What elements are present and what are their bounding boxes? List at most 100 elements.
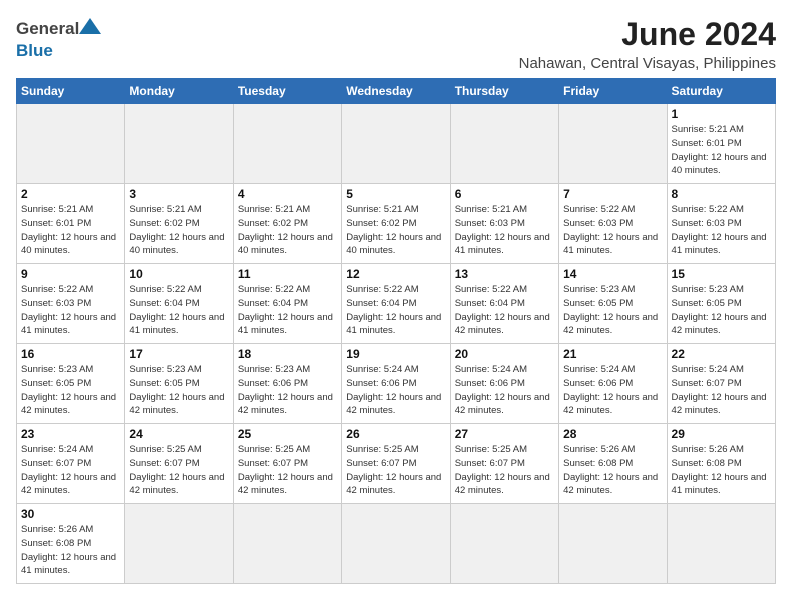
day-number: 10 — [129, 267, 228, 281]
calendar-cell — [125, 504, 233, 584]
day-of-week-header: Tuesday — [233, 79, 341, 104]
sun-info: Sunrise: 5:22 AMSunset: 6:04 PMDaylight:… — [238, 283, 337, 338]
calendar-cell — [342, 104, 450, 184]
sun-info: Sunrise: 5:21 AMSunset: 6:02 PMDaylight:… — [129, 203, 228, 258]
sun-info: Sunrise: 5:23 AMSunset: 6:06 PMDaylight:… — [238, 363, 337, 418]
day-number: 20 — [455, 347, 554, 361]
calendar-cell: 26Sunrise: 5:25 AMSunset: 6:07 PMDayligh… — [342, 424, 450, 504]
day-of-week-header: Monday — [125, 79, 233, 104]
calendar-cell: 9 Sunrise: 5:22 AMSunset: 6:03 PMDaylight… — [17, 264, 125, 344]
day-number: 9 — [21, 267, 120, 281]
day-number: 11 — [238, 267, 337, 281]
sun-info: Sunrise: 5:21 AMSunset: 6:01 PMDaylight:… — [21, 203, 120, 258]
calendar-cell: 30 Sunrise: 5:26 AMSunset: 6:08 PMDayligh… — [17, 504, 125, 584]
calendar-cell: 2 Sunrise: 5:21 AMSunset: 6:01 PMDaylight… — [17, 184, 125, 264]
day-number: 7 — [563, 187, 662, 201]
sun-info: Sunrise: 5:25 AMSunset: 6:07 PMDaylight:… — [238, 443, 337, 498]
sun-info: Sunrise: 5:23 AMSunset: 6:05 PMDaylight:… — [21, 363, 120, 418]
sun-info: Sunrise: 5:21 AMSunset: 6:03 PMDaylight:… — [455, 203, 554, 258]
sun-info: Sunrise: 5:23 AMSunset: 6:05 PMDaylight:… — [129, 363, 228, 418]
calendar-cell: 28 Sunrise: 5:26 AMSunset: 6:08 PMDayligh… — [559, 424, 667, 504]
sun-info: Sunrise: 5:21 AMSunset: 6:02 PMDaylight:… — [346, 203, 445, 258]
sun-info: Sunrise: 5:22 AMSunset: 6:04 PMDaylight:… — [455, 283, 554, 338]
calendar-cell — [233, 504, 341, 584]
logo: General Blue — [16, 16, 101, 61]
calendar-cell: 22 Sunrise: 5:24 AMSunset: 6:07 PMDayligh… — [667, 344, 775, 424]
day-number: 13 — [455, 267, 554, 281]
calendar-cell — [559, 504, 667, 584]
day-number: 17 — [129, 347, 228, 361]
day-number: 8 — [672, 187, 771, 201]
day-number: 22 — [672, 347, 771, 361]
day-number: 19 — [346, 347, 445, 361]
day-number: 12 — [346, 267, 445, 281]
sun-info: Sunrise: 5:24 AMSunset: 6:07 PMDaylight:… — [21, 443, 120, 498]
day-number: 5 — [346, 187, 445, 201]
calendar-cell: 27Sunrise: 5:25 AMSunset: 6:07 PMDayligh… — [450, 424, 558, 504]
day-number: 28 — [563, 427, 662, 441]
calendar-cell: 11 Sunrise: 5:22 AMSunset: 6:04 PMDayligh… — [233, 264, 341, 344]
calendar-cell: 25 Sunrise: 5:25 AMSunset: 6:07 PMDayligh… — [233, 424, 341, 504]
calendar-cell: 6 Sunrise: 5:21 AMSunset: 6:03 PMDaylight… — [450, 184, 558, 264]
day-number: 25 — [238, 427, 337, 441]
logo-icon — [79, 16, 101, 41]
sun-info: Sunrise: 5:23 AMSunset: 6:05 PMDaylight:… — [563, 283, 662, 338]
calendar-cell: 4Sunrise: 5:21 AMSunset: 6:02 PMDaylight… — [233, 184, 341, 264]
calendar-cell: 1 Sunrise: 5:21 AMSunset: 6:01 PMDaylight… — [667, 104, 775, 184]
sun-info: Sunrise: 5:21 AMSunset: 6:02 PMDaylight:… — [238, 203, 337, 258]
calendar-cell: 29Sunrise: 5:26 AMSunset: 6:08 PMDayligh… — [667, 424, 775, 504]
month-year: June 2024 — [519, 16, 776, 53]
calendar-cell: 19 Sunrise: 5:24 AMSunset: 6:06 PMDayligh… — [342, 344, 450, 424]
sun-info: Sunrise: 5:26 AMSunset: 6:08 PMDaylight:… — [672, 443, 771, 498]
logo-blue: Blue — [16, 41, 53, 60]
day-of-week-header: Thursday — [450, 79, 558, 104]
day-number: 30 — [21, 507, 120, 521]
calendar-cell: 5 Sunrise: 5:21 AMSunset: 6:02 PMDaylight… — [342, 184, 450, 264]
header: General Blue June 2024 Nahawan, Central … — [16, 16, 776, 72]
day-number: 1 — [672, 107, 771, 121]
calendar-cell — [17, 104, 125, 184]
calendar-cell — [667, 504, 775, 584]
calendar-cell — [450, 104, 558, 184]
calendar: SundayMondayTuesdayWednesdayThursdayFrid… — [16, 78, 776, 584]
day-of-week-header: Wednesday — [342, 79, 450, 104]
calendar-cell: 13 Sunrise: 5:22 AMSunset: 6:04 PMDayligh… — [450, 264, 558, 344]
sun-info: Sunrise: 5:21 AMSunset: 6:01 PMDaylight:… — [672, 123, 771, 178]
day-number: 15 — [672, 267, 771, 281]
calendar-cell: 23Sunrise: 5:24 AMSunset: 6:07 PMDayligh… — [17, 424, 125, 504]
day-number: 2 — [21, 187, 120, 201]
day-number: 18 — [238, 347, 337, 361]
calendar-cell: 15Sunrise: 5:23 AMSunset: 6:05 PMDayligh… — [667, 264, 775, 344]
calendar-cell: 21Sunrise: 5:24 AMSunset: 6:06 PMDayligh… — [559, 344, 667, 424]
sun-info: Sunrise: 5:24 AMSunset: 6:06 PMDaylight:… — [346, 363, 445, 418]
calendar-cell — [342, 504, 450, 584]
calendar-cell: 7 Sunrise: 5:22 AMSunset: 6:03 PMDaylight… — [559, 184, 667, 264]
calendar-cell: 18 Sunrise: 5:23 AMSunset: 6:06 PMDayligh… — [233, 344, 341, 424]
calendar-cell: 20Sunrise: 5:24 AMSunset: 6:06 PMDayligh… — [450, 344, 558, 424]
day-number: 14 — [563, 267, 662, 281]
calendar-cell — [125, 104, 233, 184]
day-number: 3 — [129, 187, 228, 201]
day-number: 21 — [563, 347, 662, 361]
sun-info: Sunrise: 5:22 AMSunset: 6:04 PMDaylight:… — [346, 283, 445, 338]
calendar-cell: 16 Sunrise: 5:23 AMSunset: 6:05 PMDayligh… — [17, 344, 125, 424]
sun-info: Sunrise: 5:26 AMSunset: 6:08 PMDaylight:… — [563, 443, 662, 498]
location: Nahawan, Central Visayas, Philippines — [519, 55, 776, 72]
calendar-cell — [559, 104, 667, 184]
calendar-cell: 3 Sunrise: 5:21 AMSunset: 6:02 PMDaylight… — [125, 184, 233, 264]
logo-general: General — [16, 19, 79, 39]
calendar-cell: 12 Sunrise: 5:22 AMSunset: 6:04 PMDayligh… — [342, 264, 450, 344]
sun-info: Sunrise: 5:25 AMSunset: 6:07 PMDaylight:… — [455, 443, 554, 498]
day-number: 6 — [455, 187, 554, 201]
sun-info: Sunrise: 5:24 AMSunset: 6:07 PMDaylight:… — [672, 363, 771, 418]
calendar-cell: 17 Sunrise: 5:23 AMSunset: 6:05 PMDayligh… — [125, 344, 233, 424]
calendar-cell: 10Sunrise: 5:22 AMSunset: 6:04 PMDayligh… — [125, 264, 233, 344]
title-area: June 2024 Nahawan, Central Visayas, Phil… — [519, 16, 776, 72]
sun-info: Sunrise: 5:26 AMSunset: 6:08 PMDaylight:… — [21, 523, 120, 578]
sun-info: Sunrise: 5:25 AMSunset: 6:07 PMDaylight:… — [346, 443, 445, 498]
sun-info: Sunrise: 5:22 AMSunset: 6:03 PMDaylight:… — [563, 203, 662, 258]
day-number: 16 — [21, 347, 120, 361]
day-of-week-header: Saturday — [667, 79, 775, 104]
sun-info: Sunrise: 5:22 AMSunset: 6:03 PMDaylight:… — [21, 283, 120, 338]
sun-info: Sunrise: 5:25 AMSunset: 6:07 PMDaylight:… — [129, 443, 228, 498]
